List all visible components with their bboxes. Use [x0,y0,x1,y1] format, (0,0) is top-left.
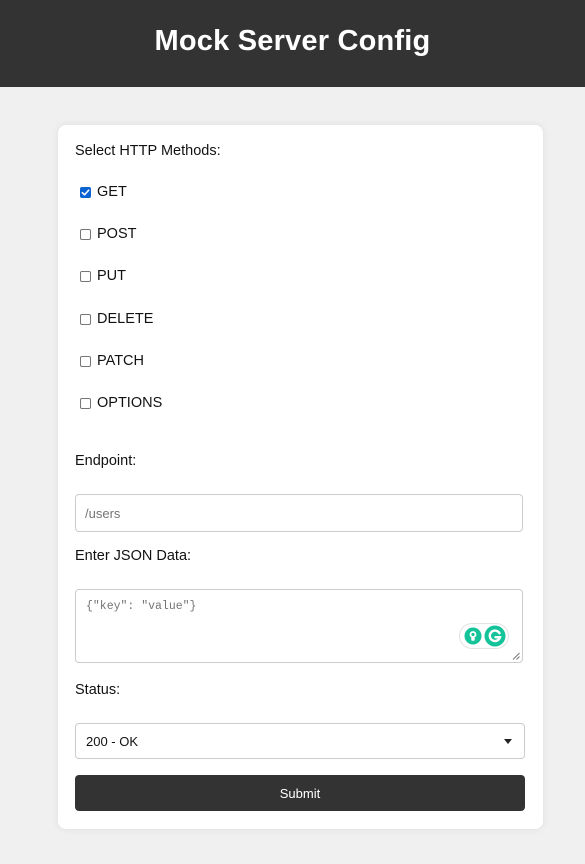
status-label: Status: [75,682,121,698]
method-label-post: POST [97,226,137,242]
status-selected-value: 200 - OK [86,733,139,749]
json-data-placeholder: {"key": "value"} [86,600,197,613]
resize-grip-icon[interactable] [512,652,520,660]
json-data-textarea[interactable]: {"key": "value"} [75,589,523,663]
method-label-delete: DELETE [97,311,154,327]
endpoint-input[interactable]: /users [75,494,523,532]
checkbox-patch[interactable] [80,355,91,367]
checkbox-put[interactable] [80,270,91,282]
method-option-get[interactable]: GET [80,184,127,200]
endpoint-placeholder: /users [85,505,121,521]
checkmark-icon [81,188,90,196]
method-option-options[interactable]: OPTIONS [80,395,162,411]
methods-label: Select HTTP Methods: [75,143,221,159]
method-label-options: OPTIONS [97,395,163,411]
method-option-put[interactable]: PUT [80,268,126,284]
grammarly-icon[interactable] [484,625,506,647]
lightbulb-icon[interactable] [464,627,482,645]
grammarly-widget[interactable] [460,624,508,648]
method-option-patch[interactable]: PATCH [80,353,144,369]
caret-down-icon [504,738,512,744]
page-header: Mock Server Config [0,0,585,87]
submit-button[interactable]: Submit [75,775,525,811]
json-data-label: Enter JSON Data: [75,548,192,564]
method-option-delete[interactable]: DELETE [80,311,153,327]
method-option-post[interactable]: POST [80,226,136,242]
method-label-get: GET [97,184,127,200]
method-label-put: PUT [97,268,126,284]
status-select[interactable]: 200 - OK [75,723,525,759]
checkbox-options[interactable] [80,397,91,409]
checkbox-post[interactable] [80,228,91,240]
config-form-card: Select HTTP Methods: GET POST PUT DELETE… [58,125,543,829]
page-title: Mock Server Config [154,25,431,57]
endpoint-label: Endpoint: [75,453,137,469]
method-label-patch: PATCH [97,353,144,369]
checkbox-delete[interactable] [80,313,91,325]
checkbox-get[interactable] [80,186,91,198]
